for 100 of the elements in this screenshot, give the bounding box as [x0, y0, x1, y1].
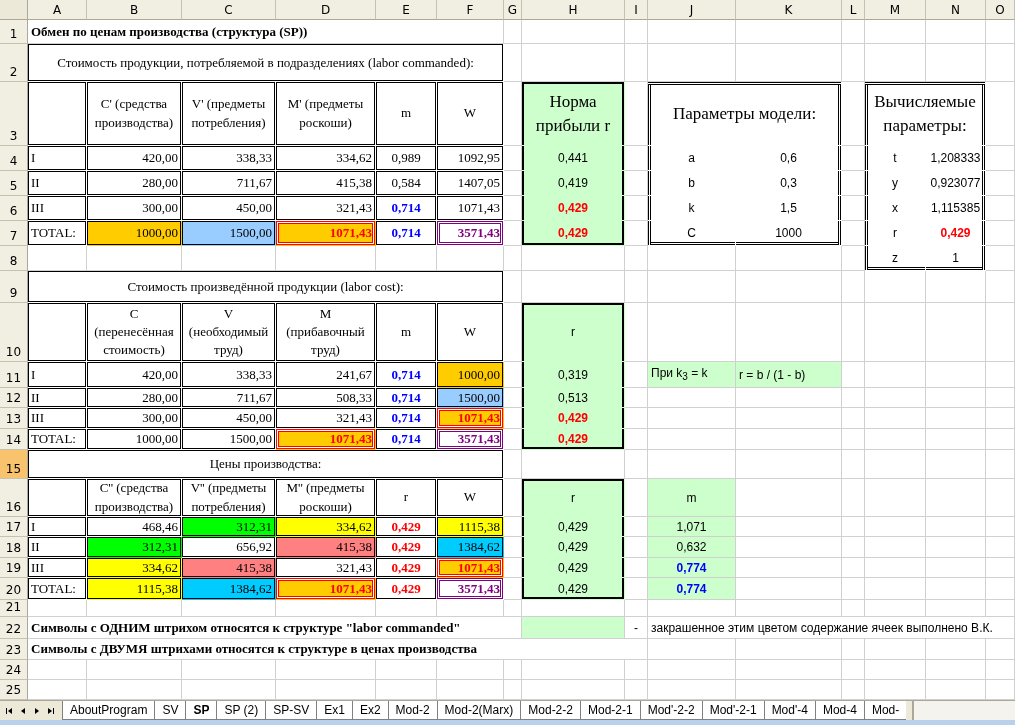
sheet-tab[interactable]: Mod-4 — [814, 701, 864, 720]
table-cell: 0,774 — [648, 578, 736, 600]
column-header[interactable]: D — [276, 0, 376, 20]
table-cell: W — [437, 479, 504, 517]
row-header[interactable]: 4 — [0, 146, 28, 171]
table-cell: II — [28, 171, 87, 196]
table-cell: 241,67 — [276, 362, 376, 388]
table-cell: Цены производства: — [28, 450, 504, 479]
column-header[interactable]: I — [625, 0, 648, 20]
horizontal-scrollbar[interactable] — [912, 701, 1015, 720]
table-cell: 420,00 — [87, 146, 182, 171]
table-cell: Обмен по ценам производства (структура (SP)) — [28, 20, 504, 44]
table-cell: M' (предметы роскоши) — [276, 82, 376, 146]
sheet-tab[interactable]: Mod- — [863, 701, 907, 720]
table-cell: 450,00 — [182, 196, 276, 221]
sheet-tab[interactable]: SV — [154, 701, 186, 720]
row-header[interactable]: 22 — [0, 617, 28, 639]
sheet-tab[interactable]: Mod-2-1 — [579, 701, 640, 720]
sheet-tab[interactable]: Mod'-2-2 — [639, 701, 702, 720]
table-cell: 415,38 — [276, 171, 376, 196]
table-cell: r — [522, 479, 625, 517]
sheet-tab[interactable]: Mod-2-2 — [520, 701, 580, 720]
table-cell: 334,62 — [276, 146, 376, 171]
sheet-tab[interactable]: Mod'-2-1 — [701, 701, 764, 720]
table-cell: 1384,62 — [437, 537, 504, 558]
column-header[interactable]: A — [28, 0, 87, 20]
column-header[interactable]: L — [842, 0, 865, 20]
row-header[interactable]: 9 — [0, 271, 28, 303]
table-cell: 1115,38 — [437, 517, 504, 537]
row-header[interactable]: 1 — [0, 20, 28, 44]
sheet-tab[interactable]: Mod'-4 — [763, 701, 815, 720]
table-cell: Символы с ДВУМЯ штрихами относятся к структуре в ценах производства — [28, 639, 648, 660]
table-cell: 0,632 — [648, 537, 736, 558]
row-header[interactable]: 24 — [0, 660, 28, 680]
table-cell: 1071,43 — [276, 429, 376, 450]
row-header[interactable]: 3 — [0, 82, 28, 146]
row-header[interactable]: 17 — [0, 517, 28, 537]
table-cell: Стоимость произведённой продукции (labor cost): — [28, 271, 504, 303]
sheet-tab[interactable]: Mod-2(Marx) — [436, 701, 521, 720]
sheet-tab[interactable]: Ex2 — [351, 701, 388, 720]
table-cell: 1000,00 — [87, 221, 182, 246]
row-header[interactable]: 20 — [0, 578, 28, 600]
row-header[interactable]: 6 — [0, 196, 28, 221]
table-cell: 711,67 — [182, 171, 276, 196]
row-header[interactable]: 19 — [0, 558, 28, 578]
table-cell: y — [865, 171, 926, 196]
table-cell: 0,714 — [376, 388, 437, 408]
sheet-tab[interactable]: SP-SV — [265, 701, 317, 720]
table-cell: 321,43 — [276, 196, 376, 221]
table-cell: 1115,38 — [87, 578, 182, 600]
table-cell: 1407,05 — [437, 171, 504, 196]
table-cell: 450,00 — [182, 408, 276, 429]
table-cell: 0,429 — [522, 517, 625, 537]
table-cell: I — [28, 362, 87, 388]
row-header[interactable]: 10 — [0, 303, 28, 362]
column-header[interactable]: C — [182, 0, 276, 20]
column-header[interactable]: O — [986, 0, 1015, 20]
sheet-tab[interactable]: SP (2) — [216, 701, 266, 720]
table-cell: m — [376, 303, 437, 362]
column-header[interactable]: B — [87, 0, 182, 20]
column-header[interactable]: J — [648, 0, 736, 20]
table-cell: III — [28, 408, 87, 429]
row-header[interactable]: 13 — [0, 408, 28, 429]
table-cell: r — [376, 479, 437, 517]
table-cell: 338,33 — [182, 146, 276, 171]
row-header[interactable]: 15 — [0, 450, 28, 479]
table-cell: 468,46 — [87, 517, 182, 537]
row-header[interactable]: 23 — [0, 639, 28, 660]
column-header[interactable]: N — [926, 0, 986, 20]
column-header[interactable]: K — [736, 0, 842, 20]
row-header[interactable]: 14 — [0, 429, 28, 450]
table-cell: 1384,62 — [182, 578, 276, 600]
sheet-tab[interactable]: Ex1 — [316, 701, 352, 720]
table-cell: 1 — [926, 246, 986, 271]
row-header[interactable]: 25 — [0, 680, 28, 700]
sheet-tab[interactable]: Mod-2 — [387, 701, 437, 720]
column-header[interactable]: E — [376, 0, 437, 20]
table-cell: m — [648, 479, 736, 517]
row-header[interactable]: 21 — [0, 600, 28, 617]
row-header[interactable]: 5 — [0, 171, 28, 196]
table-cell: 0,923077 — [926, 171, 986, 196]
column-header[interactable]: G — [504, 0, 522, 20]
column-header[interactable]: M — [865, 0, 926, 20]
last-sheet-icon[interactable] — [46, 705, 56, 716]
table-cell: При k$_{3}$ = k — [648, 362, 736, 388]
row-header[interactable]: 11 — [0, 362, 28, 388]
sheet-tab[interactable]: AboutProgram — [62, 701, 155, 720]
table-cell: 508,33 — [276, 388, 376, 408]
row-header[interactable]: 18 — [0, 537, 28, 558]
first-sheet-icon[interactable] — [4, 705, 14, 716]
column-header[interactable]: F — [437, 0, 504, 20]
row-header[interactable]: 12 — [0, 388, 28, 408]
row-header[interactable]: 16 — [0, 479, 28, 517]
column-header[interactable]: H — [522, 0, 625, 20]
row-header[interactable]: 2 — [0, 44, 28, 82]
row-header[interactable]: 8 — [0, 246, 28, 271]
table-cell: 0,989 — [376, 146, 437, 171]
row-header[interactable]: 7 — [0, 221, 28, 246]
sheet-tab[interactable]: SP — [185, 701, 217, 720]
table-cell: V (необходимый труд) — [182, 303, 276, 362]
